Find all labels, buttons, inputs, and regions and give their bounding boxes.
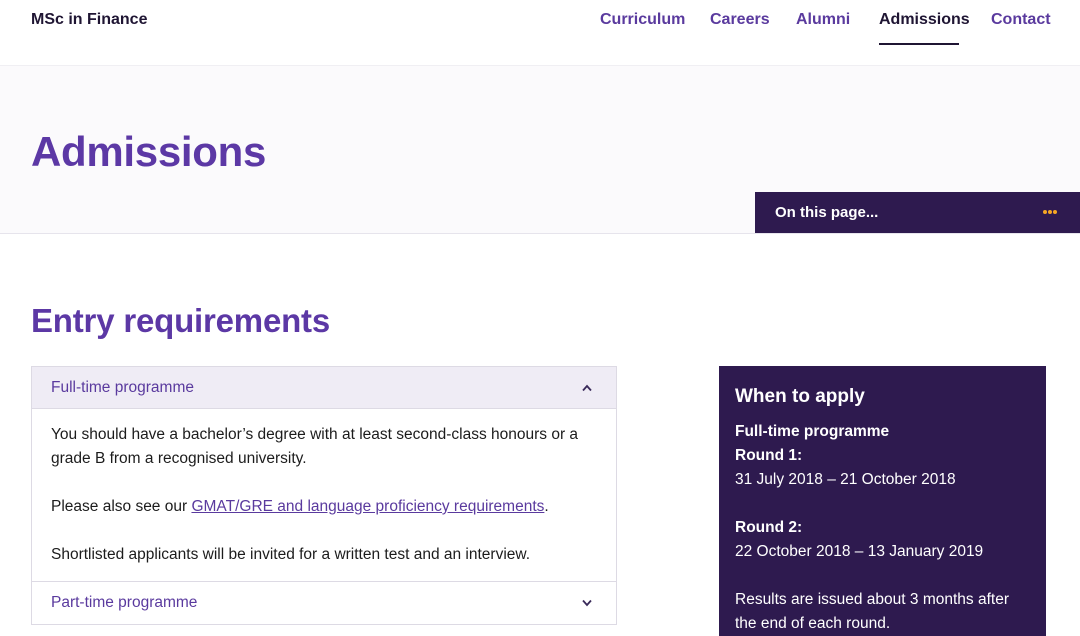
gmat-gre-requirements-link[interactable]: GMAT/GRE and language proficiency requir…: [191, 498, 544, 515]
accordion-title: Full-time programme: [51, 379, 194, 396]
page-title: Admissions: [31, 128, 267, 175]
accordion-header-part-time[interactable]: Part-time programme: [32, 581, 616, 624]
round-2-label: Round 2:: [735, 519, 803, 536]
active-nav-indicator: [879, 43, 959, 45]
round-1-label: Round 1:: [735, 447, 803, 464]
section-title-entry-requirements: Entry requirements: [31, 302, 330, 339]
entry-requirements-accordion: Full-time programme You should have a ba…: [31, 366, 617, 625]
chevron-up-icon: [582, 384, 592, 392]
requirement-see-also: Please also see our GMAT/GRE and languag…: [51, 495, 591, 519]
round-2-dates: 22 October 2018 – 13 January 2019: [735, 543, 984, 560]
see-also-suffix: .: [544, 498, 549, 515]
dots-icon: [1043, 210, 1057, 214]
main-nav: Curriculum Careers Alumni Admissions Con…: [0, 11, 1080, 45]
nav-curriculum[interactable]: Curriculum: [600, 11, 685, 29]
results-note: Results are issued about 3 months after …: [735, 591, 1009, 632]
on-this-page-label: On this page...: [775, 204, 879, 221]
see-also-prefix: Please also see our: [51, 498, 192, 515]
round-1-dates: 31 July 2018 – 21 October 2018: [735, 471, 956, 488]
accordion-title: Part-time programme: [51, 594, 198, 611]
accordion-header-full-time[interactable]: Full-time programme: [32, 367, 616, 409]
site-header: MSc in Finance Curriculum Careers Alumni…: [0, 0, 1080, 66]
nav-contact[interactable]: Contact: [991, 11, 1051, 29]
apply-programme-subhead: Full-time programme: [735, 423, 890, 440]
when-to-apply-card: When to apply Full-time programme Round …: [719, 366, 1046, 636]
chevron-down-icon: [582, 599, 592, 607]
on-this-page-button[interactable]: On this page...: [755, 192, 1080, 233]
when-to-apply-title: When to apply: [735, 386, 865, 407]
accordion-body-full-time: You should have a bachelor’s degree with…: [51, 423, 591, 591]
nav-alumni[interactable]: Alumni: [796, 11, 850, 29]
requirement-shortlist-text: Shortlisted applicants will be invited f…: [51, 546, 531, 563]
requirement-degree-text: You should have a bachelor’s degree with…: [51, 426, 579, 467]
page-hero: Admissions On this page...: [0, 66, 1080, 234]
nav-admissions[interactable]: Admissions: [879, 11, 970, 29]
nav-careers[interactable]: Careers: [710, 11, 770, 29]
